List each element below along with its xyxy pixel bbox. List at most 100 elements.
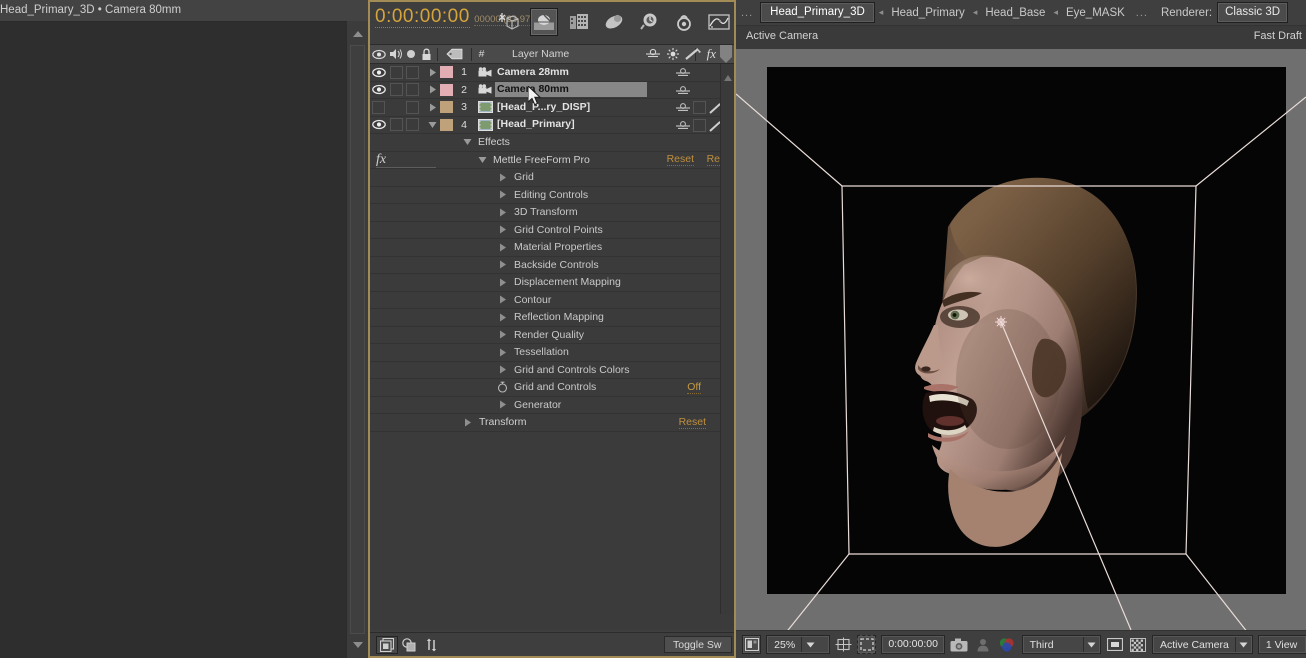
layer-audio-toggle[interactable] (390, 118, 403, 132)
layer-parent-icon[interactable] (674, 102, 692, 117)
layer-expand-arrow[interactable] (426, 103, 439, 112)
triangle-up-icon[interactable] (723, 69, 733, 87)
timeline-rows[interactable]: 1 Camera 28mm 2 Camera 80mm 3 [Head_P...… (370, 64, 734, 630)
layer-visibility-toggle[interactable] (370, 100, 387, 114)
chevron-down-icon[interactable] (1084, 642, 1100, 648)
layer-number-header[interactable]: # (475, 45, 488, 64)
property-expand-arrow[interactable] (498, 260, 508, 270)
layer-parent-icon[interactable] (674, 120, 692, 135)
toggle-switches-button[interactable]: Toggle Sw (664, 636, 732, 653)
layer-viewer-scrollbar[interactable] (346, 21, 368, 658)
layer-solo-toggle[interactable] (406, 65, 419, 79)
property-label[interactable]: Displacement Mapping (514, 276, 621, 288)
property-expand-arrow[interactable] (498, 225, 508, 235)
tab-head-primary[interactable]: Head_Primary (885, 5, 971, 21)
composition-mini-flowchart-icon[interactable] (376, 635, 398, 654)
show-channels-icon[interactable] (998, 635, 1017, 654)
effects-group-label[interactable]: Effects (478, 136, 510, 148)
video-switch-icon[interactable] (370, 45, 387, 64)
table-row[interactable]: 4 [Head_Primary] f (370, 117, 734, 135)
property-value[interactable]: Off (687, 381, 701, 394)
triangle-down-icon[interactable] (350, 636, 366, 652)
property-expand-arrow[interactable] (498, 190, 508, 200)
list-item[interactable]: Generator (370, 396, 734, 414)
tabs-overflow-prefix[interactable]: ... (736, 7, 758, 19)
property-label[interactable]: Grid and Controls Colors (514, 364, 630, 376)
timeline-vertical-scrollbar[interactable] (720, 64, 734, 614)
layer-label-color[interactable] (440, 118, 453, 131)
tab-head-primary-3d[interactable]: Head_Primary_3D (760, 2, 875, 23)
list-item[interactable]: fx Mettle FreeForm Pro Reset Re (370, 151, 734, 169)
list-item[interactable]: Contour (370, 291, 734, 309)
label-color-icon[interactable] (441, 45, 468, 64)
layer-parent-icon[interactable] (674, 67, 692, 82)
layer-visibility-toggle[interactable] (370, 84, 387, 95)
property-expand-arrow[interactable] (498, 330, 508, 340)
hide-shy-layers-icon[interactable] (565, 8, 593, 36)
graph-editor-set-icon[interactable] (420, 636, 442, 654)
layer-viewer-canvas[interactable] (0, 21, 346, 658)
layer-label-color[interactable] (440, 101, 453, 114)
layer-collapse-arrow[interactable] (426, 121, 439, 129)
transform-expand-arrow[interactable] (463, 417, 473, 427)
tab-eye-mask[interactable]: Eye_MASK (1060, 5, 1131, 21)
effect-name[interactable]: Mettle FreeForm Pro (493, 154, 590, 166)
list-item[interactable]: Transform Reset (370, 414, 734, 432)
property-label[interactable]: Editing Controls (514, 189, 588, 201)
property-expand-arrow[interactable] (498, 207, 508, 217)
property-expand-arrow[interactable] (498, 347, 508, 357)
property-expand-arrow[interactable] (498, 172, 508, 182)
property-expand-arrow[interactable] (498, 365, 508, 375)
list-item[interactable]: Tessellation (370, 344, 734, 362)
property-expand-arrow[interactable] (498, 400, 508, 410)
transform-reset-link[interactable]: Reset (678, 416, 706, 429)
layer-label-color[interactable] (440, 83, 453, 96)
list-item[interactable]: Backside Controls (370, 256, 734, 274)
list-item[interactable]: Material Properties (370, 239, 734, 257)
fx-icon[interactable]: fx (376, 152, 436, 168)
brainstorm-icon[interactable] (670, 8, 698, 36)
property-expand-arrow[interactable] (498, 295, 508, 305)
property-label[interactable]: Contour (514, 294, 551, 306)
target-region-icon[interactable] (1106, 635, 1124, 654)
graph-editor-icon[interactable] (705, 8, 733, 36)
camera-snapshot-icon[interactable] (950, 635, 969, 654)
property-label[interactable]: Tessellation (514, 346, 569, 358)
property-label[interactable]: Material Properties (514, 241, 602, 253)
list-item[interactable]: Grid (370, 169, 734, 187)
table-row[interactable]: 2 Camera 80mm (370, 82, 734, 99)
shape-toggle-icon[interactable] (718, 44, 734, 64)
grid-guides-icon[interactable] (835, 635, 852, 654)
property-label[interactable]: Generator (514, 399, 561, 411)
list-item[interactable]: Grid and Controls Colors (370, 361, 734, 379)
current-timecode[interactable]: 0:00:00:00 (375, 6, 470, 28)
layer-audio-toggle[interactable] (390, 65, 403, 79)
mask-visibility-icon[interactable] (857, 635, 877, 654)
list-item[interactable]: Render Quality (370, 326, 734, 344)
show-snapshot-icon[interactable] (974, 635, 993, 654)
audio-switch-icon[interactable] (387, 45, 404, 64)
list-item[interactable]: Reflection Mapping (370, 309, 734, 327)
property-label[interactable]: Grid (514, 171, 534, 183)
layer-visibility-toggle[interactable] (370, 119, 387, 130)
property-expand-arrow[interactable] (498, 277, 508, 287)
renderer-value-button[interactable]: Classic 3D (1217, 2, 1289, 23)
motion-blur-icon[interactable] (635, 8, 663, 36)
layer-name[interactable]: [Head_Primary] (495, 117, 579, 132)
zoom-level-select[interactable]: 25% (766, 635, 830, 654)
quality-icon[interactable] (666, 45, 680, 64)
stopwatch-icon[interactable] (496, 381, 508, 393)
layer-audio-toggle[interactable] (390, 83, 403, 97)
list-item[interactable]: Effects (370, 134, 734, 152)
list-item[interactable]: Displacement Mapping (370, 274, 734, 292)
property-label[interactable]: Grid Control Points (514, 224, 603, 236)
layer-expand-arrow[interactable] (426, 68, 439, 77)
layer-audio-toggle[interactable] (390, 101, 403, 114)
composition-viewport[interactable] (736, 49, 1306, 630)
layer-name[interactable]: [Head_P...ry_DISP] (495, 100, 594, 115)
triangle-up-icon[interactable] (350, 27, 366, 43)
fx-icon[interactable]: fx (707, 45, 716, 64)
effects-collapse-arrow[interactable] (462, 137, 472, 147)
list-item[interactable]: Editing Controls (370, 186, 734, 204)
table-row[interactable]: 3 [Head_P...ry_DISP] (370, 99, 734, 117)
